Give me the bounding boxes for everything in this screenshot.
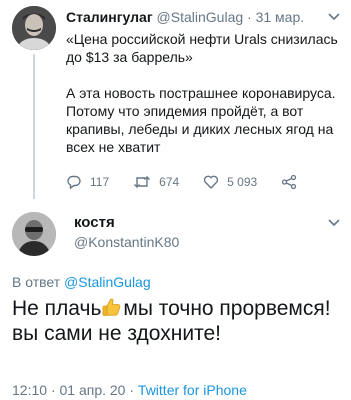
- tweet-actions: 117 674 5 093: [66, 172, 336, 192]
- reply-text-part1: Не плачь: [12, 297, 102, 320]
- stalingulag-avatar[interactable]: [12, 6, 56, 50]
- avatar-image: [12, 6, 56, 50]
- reply-button[interactable]: 117: [66, 174, 109, 190]
- tweet-source-link[interactable]: Twitter for iPhone: [138, 382, 247, 398]
- like-icon: [204, 175, 219, 189]
- thumbs-up-emoji-icon: [103, 298, 121, 316]
- like-count: 5 093: [227, 175, 258, 189]
- tweet-header: Сталингулаг @StalinGulag · 31 мар.: [66, 8, 346, 26]
- header-separator: ·: [247, 9, 252, 25]
- retweet-button[interactable]: 674: [133, 174, 179, 190]
- tweet-date[interactable]: 31 мар.: [256, 9, 305, 25]
- author-handle[interactable]: @StalinGulag: [157, 9, 244, 25]
- reply-prefix: В ответ: [12, 274, 61, 290]
- konstantin-avatar[interactable]: [12, 212, 56, 256]
- author-name[interactable]: костя: [74, 214, 115, 231]
- chevron-down-icon[interactable]: [327, 12, 341, 22]
- retweet-icon: [134, 176, 151, 188]
- tweet-text: «Цена российской нефти Urals снизилась д…: [66, 30, 346, 156]
- replying-to-line: В ответ @StalinGulag: [12, 274, 151, 290]
- reply-icon: [67, 175, 81, 190]
- reply-count: 117: [90, 175, 110, 189]
- chevron-down-icon[interactable]: [327, 218, 341, 228]
- retweet-count: 674: [159, 175, 180, 189]
- reply-tweet-text: Не плачь мы точно прорвемся!вы сами не зд…: [12, 296, 342, 346]
- tweet-comment-paragraph: А эта новость пострашнее коронавируса. П…: [66, 85, 336, 155]
- reply-mention-link[interactable]: @StalinGulag: [64, 274, 151, 290]
- reply-tweet: костя @KonstantinK80 В ответ @StalinGula…: [0, 200, 351, 400]
- share-icon: [282, 174, 297, 190]
- author-handle[interactable]: @KonstantinK80: [74, 234, 179, 250]
- share-button[interactable]: [281, 174, 305, 190]
- source-separator: ·: [129, 382, 135, 398]
- timestamp-separator: ·: [50, 382, 56, 398]
- tweet-date[interactable]: 01 апр. 20: [60, 382, 126, 398]
- thread-connector-line: [33, 54, 35, 199]
- original-tweet: Сталингулаг @StalinGulag · 31 мар. «Цена…: [0, 0, 351, 200]
- author-name[interactable]: Сталингулаг: [66, 9, 153, 25]
- reply-text-part3: вы сами не здохните!: [12, 322, 221, 345]
- tweet-quote-paragraph: «Цена российской нефти Urals снизилась д…: [66, 31, 338, 65]
- reply-text-part2: мы точно прорвемся!: [123, 297, 331, 320]
- tweet-timestamp-line: 12:10 · 01 апр. 20 · Twitter for iPhone: [12, 382, 247, 398]
- avatar-image: [12, 212, 56, 256]
- tweet-time[interactable]: 12:10: [12, 382, 47, 398]
- like-button[interactable]: 5 093: [203, 174, 257, 190]
